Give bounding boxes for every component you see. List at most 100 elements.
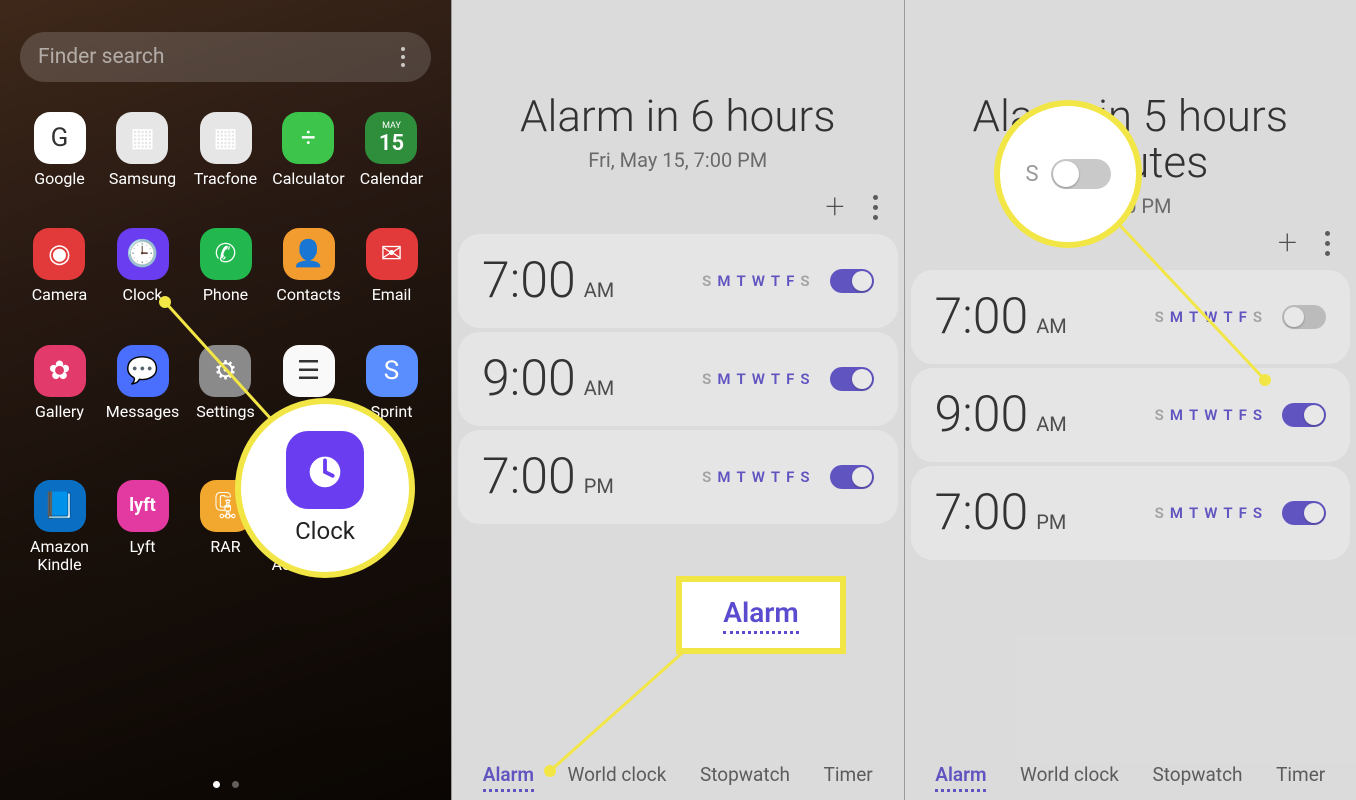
alarm-days: SMTWTFS	[1155, 406, 1262, 424]
add-alarm-button[interactable]: +	[825, 190, 844, 224]
tab-stopwatch[interactable]: Stopwatch	[1152, 763, 1242, 786]
contacts-icon: 👤	[283, 228, 335, 280]
app-contacts[interactable]: 👤 Contacts	[276, 228, 340, 304]
clock-icon: 🕒	[117, 228, 169, 280]
sprint-icon: S	[366, 345, 418, 397]
clock-app-panel-2: Alarm in 5 hours minutes , 7:00 PM + 7:0…	[905, 0, 1356, 800]
alarm-ampm: PM	[1036, 510, 1066, 534]
app-camera[interactable]: ◉ Camera	[32, 228, 87, 304]
calculator-icon: ÷	[282, 112, 334, 164]
amazon-kindle-icon: 📘	[34, 480, 86, 532]
calendar-icon: MAY15	[365, 112, 417, 164]
alarm-ampm: PM	[584, 474, 614, 498]
alarm-days: SMTWTFS	[1155, 308, 1262, 326]
alarm-row[interactable]: 7:00 AM SMTWTFS	[911, 270, 1351, 364]
kebab-icon[interactable]	[1325, 231, 1330, 256]
alarm-row[interactable]: 7:00PMSMTWTFS	[458, 430, 898, 524]
alarm-time: 7:00	[935, 288, 1029, 346]
alarm-days: SMTWTFS	[1155, 504, 1262, 522]
alarm-toggle[interactable]	[1282, 403, 1326, 427]
app-label: Gallery	[35, 403, 84, 421]
app-label: Phone	[203, 286, 248, 304]
alarm-toggle[interactable]	[1282, 501, 1326, 525]
alarm-time: 9:00	[482, 350, 576, 408]
app-label: Calculator	[272, 170, 344, 188]
app-calculator[interactable]: ÷ Calculator	[272, 112, 344, 188]
tab-alarm[interactable]: Alarm	[483, 763, 534, 786]
alarm-row[interactable]: 7:00AMSMTWTFS	[458, 234, 898, 328]
alarm-toolbar: +	[905, 218, 1356, 270]
app-label: Contacts	[276, 286, 340, 304]
app-google[interactable]: GGoogle	[34, 112, 86, 188]
alarm-tab-callout-label: Alarm	[723, 596, 798, 634]
alarm-time: 9:00	[935, 386, 1029, 444]
alarm-toggle[interactable]	[830, 465, 874, 489]
alarm-days: SMTWTFS	[702, 370, 809, 388]
app-label: RAR	[210, 538, 240, 556]
alarm-toolbar: +	[452, 172, 904, 234]
app-gallery[interactable]: ✿ Gallery	[34, 345, 86, 440]
clock-callout: Clock	[235, 398, 415, 578]
app-label: Amazon Kindle	[19, 538, 101, 575]
finder-search-bar[interactable]: Finder search	[20, 32, 431, 82]
lyft-icon: lyft	[117, 480, 169, 532]
clock-callout-label: Clock	[295, 517, 355, 545]
kebab-icon[interactable]	[873, 195, 878, 220]
alarm-tab-callout: Alarm	[676, 576, 846, 654]
app-tracfone[interactable]: ▦ Tracfone	[194, 112, 257, 188]
add-alarm-button[interactable]: +	[1278, 226, 1297, 260]
tab-stopwatch[interactable]: Stopwatch	[700, 763, 790, 786]
alarm-ampm: AM	[584, 278, 615, 302]
tab-world-clock[interactable]: World clock	[1020, 763, 1119, 786]
alarm-ampm: AM	[1036, 412, 1067, 436]
settings-icon: ⚙	[199, 345, 251, 397]
phone-icon: ✆	[200, 228, 252, 280]
page-indicator[interactable]	[0, 781, 451, 788]
tab-world-clock[interactable]: World clock	[568, 763, 667, 786]
alarm-header: Alarm in 6 hours Fri, May 15, 7:00 PM	[452, 0, 904, 172]
camera-icon: ◉	[33, 228, 85, 280]
kebab-icon[interactable]	[393, 47, 413, 67]
app-clock[interactable]: 🕒Clock	[117, 228, 169, 304]
tab-timer[interactable]: Timer	[1276, 763, 1325, 786]
alarm-list: 7:00 AM SMTWTFS 9:00 AM SMTWTFS 7:00 PM SMTWTFS	[905, 270, 1356, 560]
gallery-icon: ✿	[34, 345, 86, 397]
app-calendar[interactable]: MAY15Calendar	[360, 112, 423, 188]
app-drawer-panel: Finder search GGoogle ▦ Samsung ▦ Tracfone ÷ C…	[0, 0, 451, 800]
alarm-row[interactable]: 7:00 PM SMTWTFS	[911, 466, 1351, 560]
app-phone[interactable]: ✆ Phone	[200, 228, 252, 304]
app-settings[interactable]: ⚙ Settings	[196, 345, 254, 440]
app-lyft[interactable]: lyftLyft	[117, 480, 169, 575]
messages-icon: 💬	[117, 345, 169, 397]
app-messages[interactable]: 💬Messages	[106, 345, 179, 440]
alarm-toggle-off	[1051, 159, 1111, 189]
app-label: Settings	[196, 403, 254, 421]
tracfone-icon: ▦	[200, 112, 252, 164]
app-label: Email	[372, 286, 412, 304]
app-amazon-kindle[interactable]: 📘 Amazon Kindle	[19, 480, 101, 575]
app-label: Samsung	[109, 170, 176, 188]
alarm-time: 7:00	[482, 252, 576, 310]
tab-timer[interactable]: Timer	[824, 763, 873, 786]
email-icon: ✉	[366, 228, 418, 280]
app-label: Tracfone	[194, 170, 257, 188]
alarm-time: 7:00	[482, 448, 576, 506]
toggle-callout: S	[994, 100, 1142, 248]
tab-alarm[interactable]: Alarm	[935, 763, 986, 786]
alarm-toggle[interactable]	[830, 269, 874, 293]
samsung-icon: ▦	[116, 112, 168, 164]
clock-app-panel-1: Alarm in 6 hours Fri, May 15, 7:00 PM + …	[451, 0, 905, 800]
app-label: Google	[34, 170, 85, 188]
alarm-toggle[interactable]	[830, 367, 874, 391]
alarm-time: 7:00	[935, 484, 1029, 542]
search-placeholder: Finder search	[38, 45, 393, 69]
alarm-row[interactable]: 9:00 AM SMTWTFS	[911, 368, 1351, 462]
alarm-ampm: AM	[584, 376, 615, 400]
alarm-row[interactable]: 9:00 AM SMTWTFS	[458, 332, 898, 426]
app-samsung[interactable]: ▦ Samsung	[109, 112, 176, 188]
app-label: Camera	[32, 286, 87, 304]
alarm-ampm: AM	[1036, 314, 1067, 338]
alarm-toggle[interactable]	[1282, 305, 1326, 329]
app-email[interactable]: ✉ Email	[366, 228, 418, 304]
toggle-callout-day: S	[1025, 162, 1038, 187]
